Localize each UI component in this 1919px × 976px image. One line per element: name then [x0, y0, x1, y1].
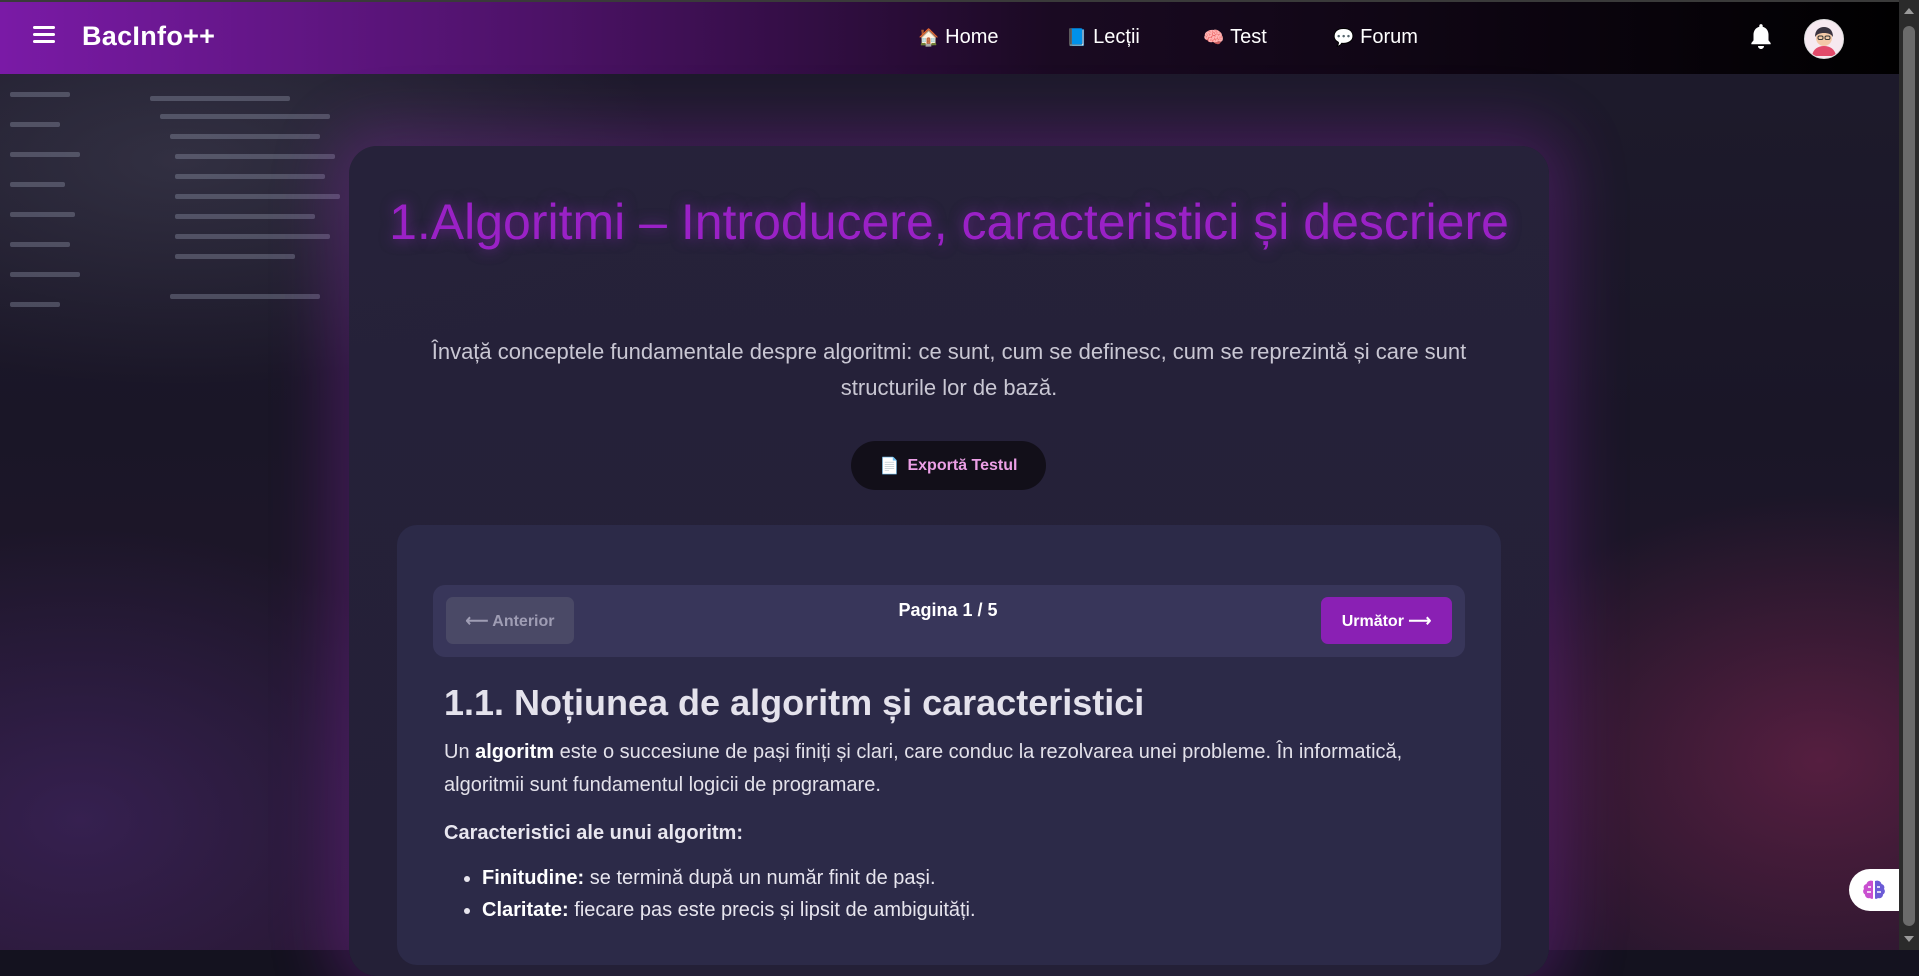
export-test-button[interactable]: 📄 Exportă Testul — [851, 441, 1046, 490]
nav-link-label: Home — [945, 26, 999, 48]
nav-link-lectii[interactable]: 📘 Lecții — [1066, 26, 1140, 49]
speech-bubble-icon: 💬 — [1333, 27, 1355, 47]
feature-term: Claritate: — [482, 899, 569, 921]
next-page-button[interactable]: Următor ⟶ — [1321, 597, 1452, 644]
feature-term: Finitudine: — [482, 867, 585, 889]
export-test-label: Exportă Testul — [907, 456, 1018, 474]
list-item: Claritate: fiecare pas este precis și li… — [482, 894, 1454, 926]
book-icon: 📘 — [1066, 27, 1088, 47]
feature-description: fiecare pas este precis și lipsit de amb… — [568, 899, 976, 921]
intro-bold-term: algoritm — [475, 741, 555, 763]
nav-link-label: Forum — [1360, 26, 1418, 48]
bell-icon[interactable] — [1748, 22, 1774, 52]
lesson-section: 1.1. Noțiunea de algoritm și caracterist… — [444, 680, 1454, 926]
features-heading: Caracteristici ale unui algoritm: — [444, 822, 743, 844]
brain-icon: 🧠 — [1203, 27, 1225, 47]
previous-page-button[interactable]: ⟵ Anterior — [446, 597, 574, 644]
brain-icon — [1863, 880, 1885, 899]
feature-description: se termină după un număr finit de pași. — [584, 867, 936, 889]
ai-assistant-button[interactable] — [1849, 869, 1899, 911]
nav-link-forum[interactable]: 💬 Forum — [1333, 26, 1418, 49]
nav-link-home[interactable]: 🏠 Home — [918, 26, 999, 49]
page-indicator: Pagina 1 / 5 — [898, 600, 998, 620]
intro-text: este o succesiune de pași finiți și clar… — [444, 741, 1403, 796]
lesson-subtitle: Învață conceptele fundamentale despre al… — [431, 339, 1467, 400]
list-item: Finitudine: se termină după un număr fin… — [482, 862, 1454, 894]
top-navbar: BacInfo++ 🏠 Home 📘 Lecții 🧠 Test 💬 Forum — [0, 0, 1919, 74]
scrollbar-thumb[interactable] — [1903, 26, 1915, 926]
section-title: 1.1. Noțiunea de algoritm și caracterist… — [444, 682, 1145, 723]
menu-icon[interactable] — [33, 24, 57, 44]
section-intro: Un algoritm este o succesiune de pași fi… — [444, 736, 1454, 802]
document-icon: 📄 — [879, 457, 900, 475]
lesson-title: 1.Algoritmi – Introducere, caracteristic… — [389, 194, 1509, 250]
nav-link-label: Test — [1230, 26, 1267, 48]
user-avatar[interactable] — [1804, 19, 1844, 59]
home-icon: 🏠 — [918, 27, 940, 47]
scroll-up-icon[interactable] — [1904, 8, 1914, 14]
nav-link-label: Lecții — [1093, 26, 1140, 48]
features-list: Finitudine: se termină după un număr fin… — [444, 862, 1454, 926]
nav-link-test[interactable]: 🧠 Test — [1203, 26, 1267, 49]
brand-logo[interactable]: BacInfo++ — [82, 21, 215, 52]
intro-text: Un — [444, 741, 476, 763]
scroll-down-icon[interactable] — [1904, 936, 1914, 942]
pagination-bar — [433, 585, 1465, 657]
background-code-decoration — [0, 74, 360, 334]
